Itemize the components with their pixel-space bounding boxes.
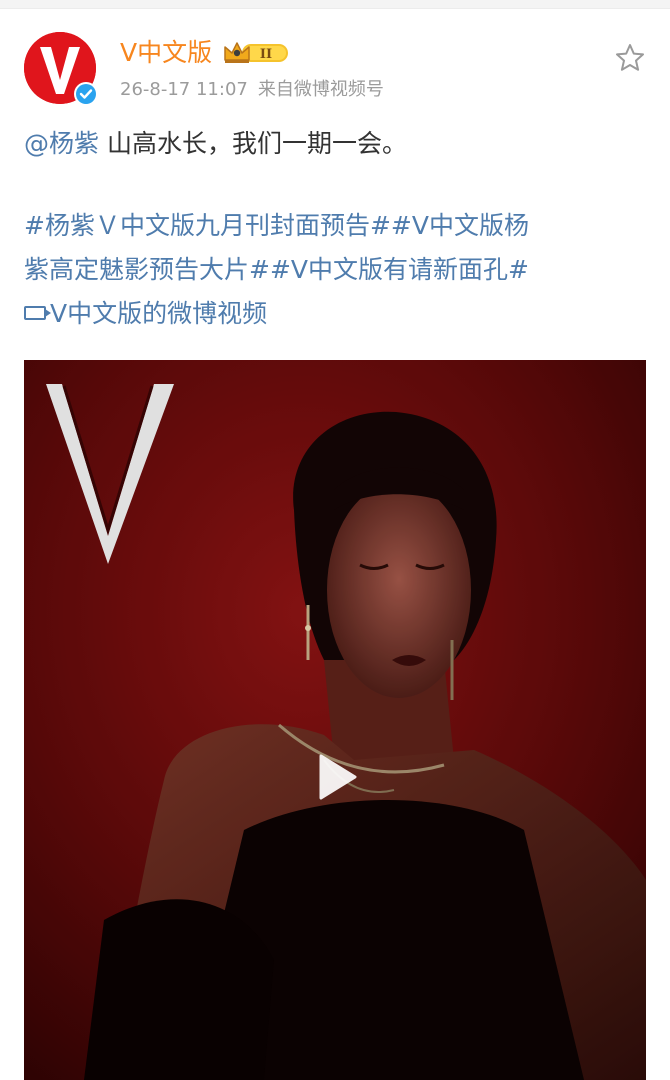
post-text-line: @杨紫 山高水长，我们一期一会。 xyxy=(24,126,407,162)
vip-level-label: II xyxy=(260,47,272,62)
video-camera-icon xyxy=(24,306,51,320)
verified-badge-icon xyxy=(74,82,98,106)
crown-badge-icon[interactable]: II xyxy=(222,38,290,68)
post-timestamp: 26-8-17 11:07 xyxy=(120,79,248,100)
post-source[interactable]: 来自微博视频号 xyxy=(258,79,384,100)
author-name[interactable]: V中文版 xyxy=(120,36,212,70)
post-meta: 26-8-17 11:07 来自微博视频号 xyxy=(120,78,384,102)
cover-photo xyxy=(24,360,646,1080)
play-icon[interactable] xyxy=(311,752,361,802)
hashtag-link[interactable]: #杨紫Ｖ中文版九月刊封面预告##V中文版杨 xyxy=(24,208,529,244)
star-outline-icon[interactable] xyxy=(614,42,646,74)
video-thumbnail[interactable] xyxy=(24,360,646,1080)
video-link[interactable]: V中文版的微博视频 xyxy=(24,296,267,332)
hashtag-link[interactable]: 紫高定魅影预告大片##V中文版有请新面孔# xyxy=(24,252,529,288)
mention-link[interactable]: @杨紫 xyxy=(24,129,99,158)
post-content: 山高水长，我们一期一会。 xyxy=(99,129,407,158)
top-divider xyxy=(0,0,670,9)
video-link-label: V中文版的微博视频 xyxy=(50,299,268,328)
